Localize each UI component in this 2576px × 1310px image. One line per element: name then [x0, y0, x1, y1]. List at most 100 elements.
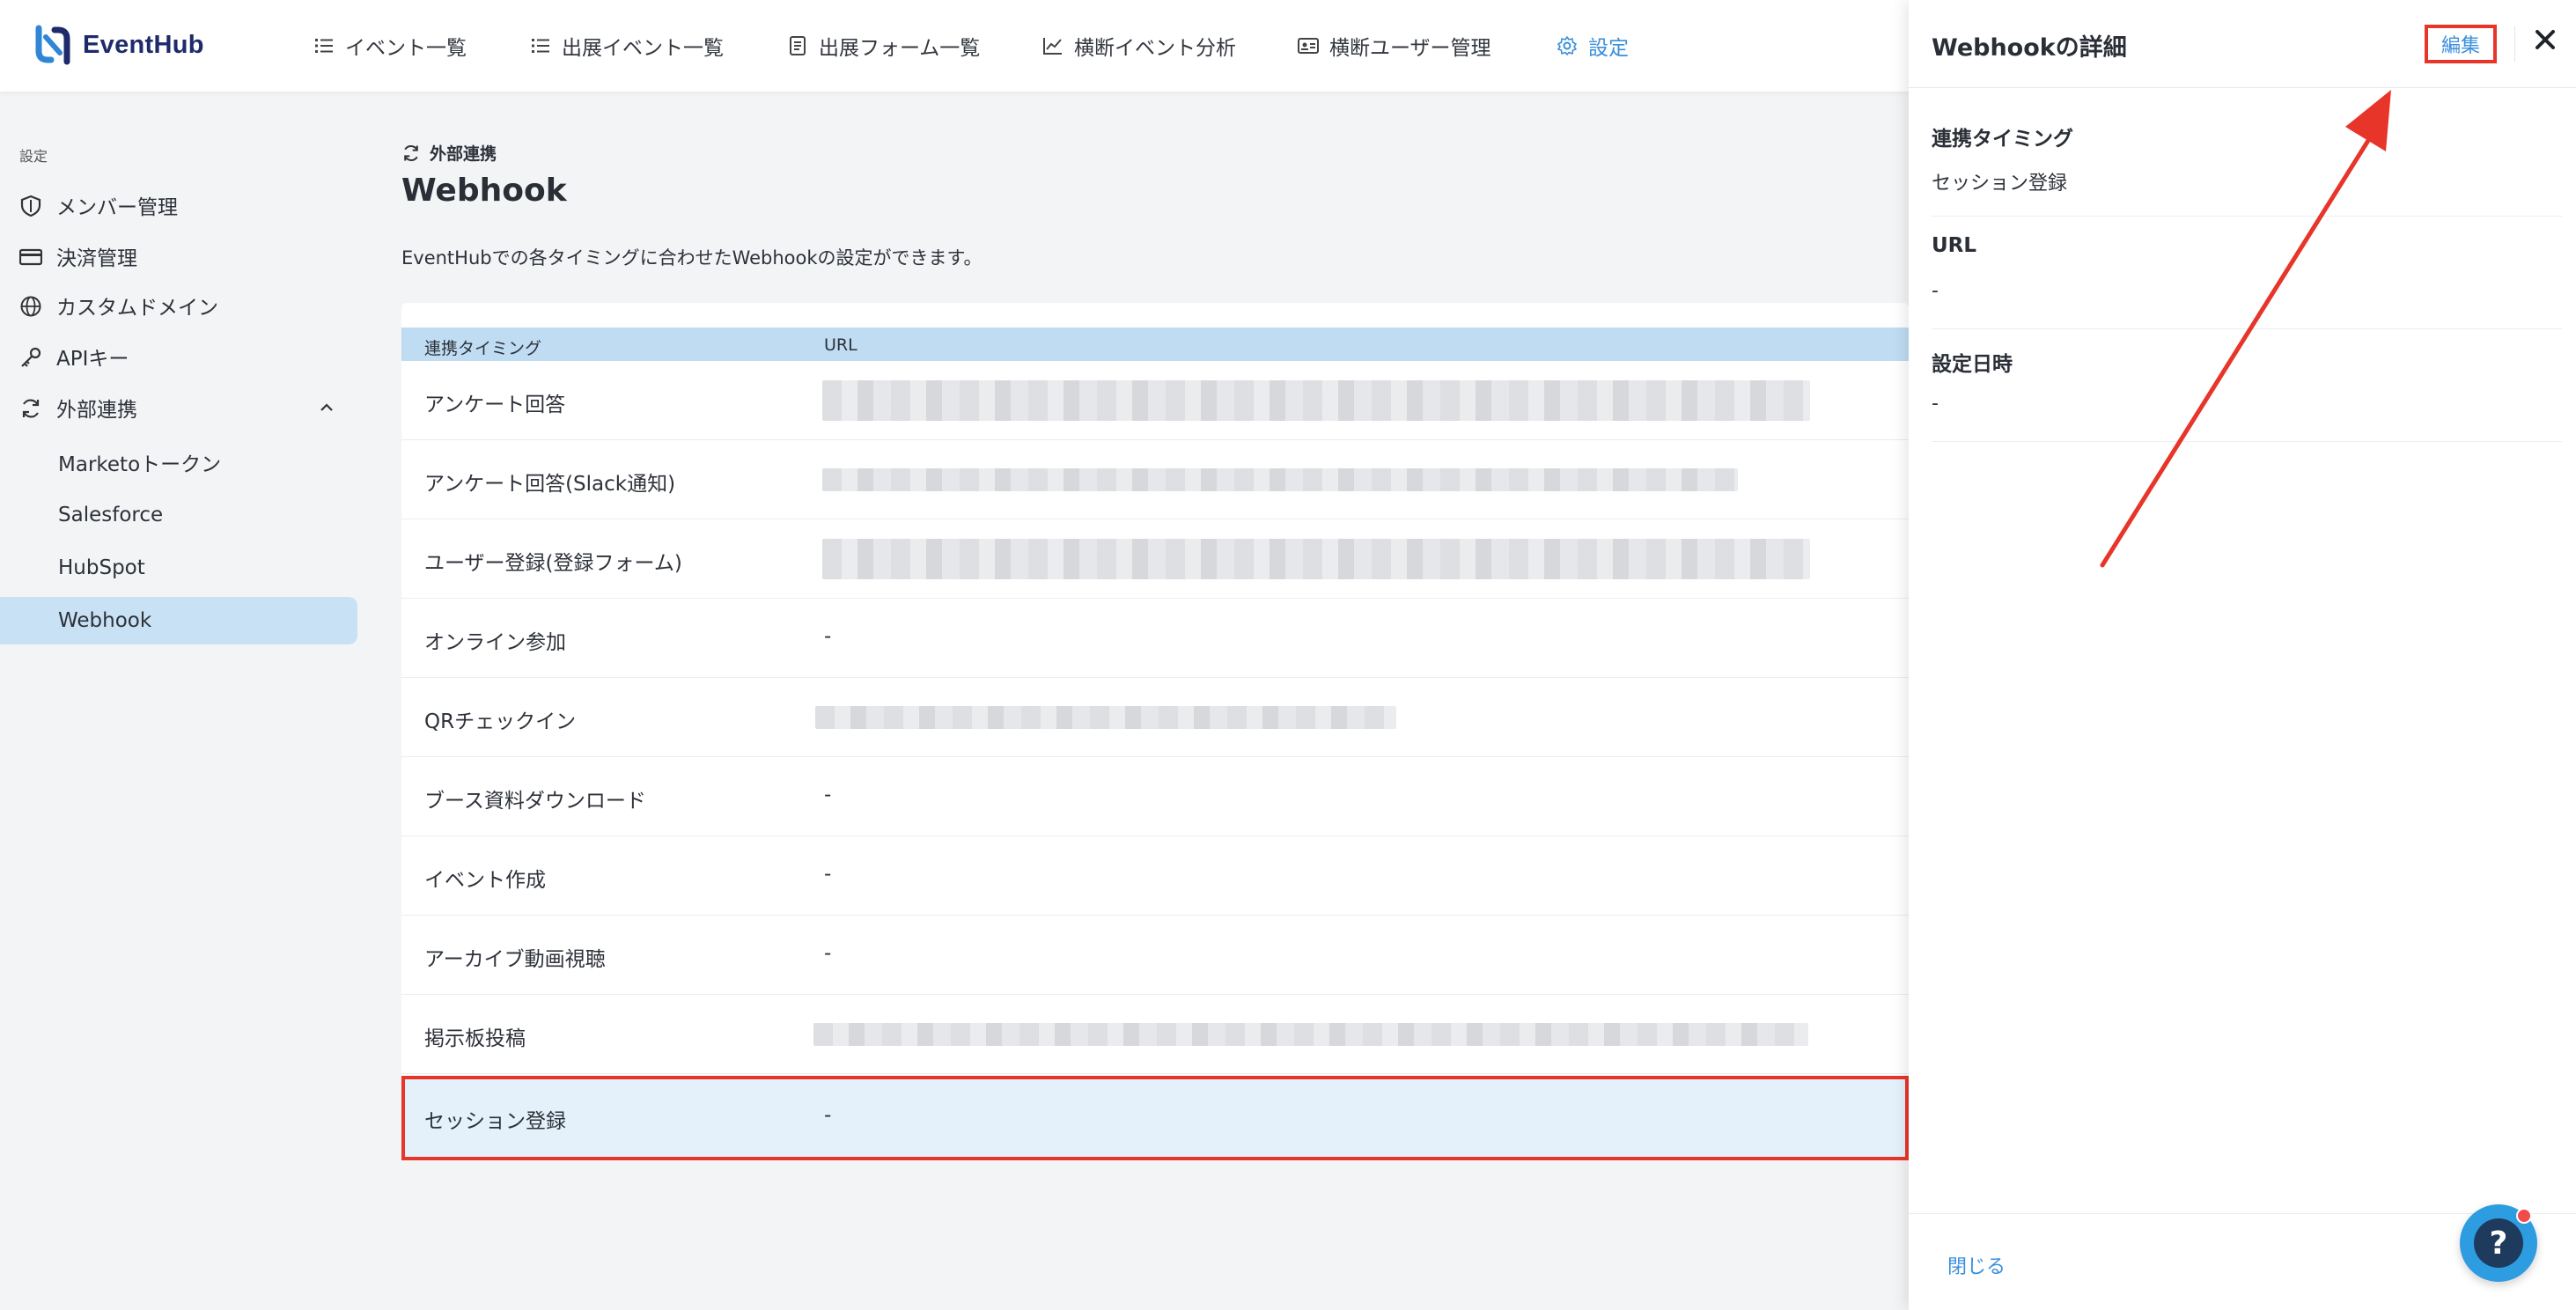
cell-url: - [824, 1104, 832, 1127]
help-button[interactable]: ? [2460, 1204, 2537, 1282]
cell-timing: 掲示板投稿 [424, 1027, 526, 1050]
edit-button[interactable]: 編集 [2425, 25, 2497, 63]
sidebar-subitem-marketo-token[interactable]: Marketoトークン [0, 438, 357, 486]
page-description: EventHubでの各タイミングに合わせたWebhookの設定ができます。 [401, 247, 983, 269]
table-row[interactable]: アンケート回答(Slack通知) [401, 440, 1909, 519]
sync-icon [404, 144, 418, 161]
detail-field-url: URL - [1932, 217, 2562, 329]
gear-icon [1557, 36, 1577, 55]
key-icon [21, 347, 41, 367]
table-row[interactable]: ブース資料ダウンロード - [401, 757, 1909, 836]
breadcrumb: 外部連携 [401, 141, 497, 165]
sync-icon [22, 399, 40, 418]
globe-icon [20, 296, 41, 317]
credit-card-icon [19, 248, 42, 266]
eventhub-logo[interactable]: EventHub [33, 23, 204, 67]
detail-field-timing: 連携タイミング セッション登録 [1932, 88, 2562, 217]
cell-timing: オンライン参加 [424, 631, 566, 654]
help-question-icon: ? [2474, 1218, 2523, 1268]
breadcrumb-label: 外部連携 [430, 144, 497, 164]
sidebar-item-label: メンバー管理 [56, 196, 178, 219]
header-divider [2514, 26, 2515, 62]
sidebar-subitem-label: Marketoトークン [58, 453, 222, 476]
nav-exhibit-event-list[interactable]: 出展イベント一覧 [530, 26, 724, 65]
field-label: 設定日時 [1932, 353, 2013, 376]
cell-url: - [824, 625, 832, 648]
sidebar-item-external-integration[interactable]: 外部連携 [0, 384, 357, 431]
eventhub-logo-icon [35, 25, 70, 65]
nav-settings[interactable]: 設定 [1557, 26, 1629, 65]
field-label: URL [1932, 234, 1977, 257]
table-row[interactable]: イベント作成 - [401, 836, 1909, 916]
field-label: 連携タイミング [1932, 128, 2073, 151]
logo-text: EventHub [83, 30, 204, 59]
shield-icon [20, 195, 41, 217]
field-value: - [1932, 280, 1939, 302]
sidebar-subitem-webhook[interactable]: Webhook [0, 597, 357, 644]
cell-url-redacted [813, 1023, 1808, 1046]
sidebar-subitem-salesforce[interactable]: Salesforce [0, 491, 357, 539]
cell-url-redacted [822, 468, 1738, 491]
sidebar-subitem-hubspot[interactable]: HubSpot [0, 544, 357, 592]
cell-timing: QRチェックイン [424, 710, 577, 733]
sidebar-subitem-label: Salesforce [58, 504, 164, 526]
table-row-selected[interactable]: セッション登録 - [401, 1076, 1909, 1160]
cell-timing: セッション登録 [424, 1110, 566, 1133]
close-icon[interactable] [2530, 25, 2560, 55]
cell-url-redacted [822, 380, 1810, 421]
nav-label: イベント一覧 [345, 37, 467, 60]
column-header-timing: 連携タイミング [424, 339, 542, 358]
webhook-detail-drawer: Webhookの詳細 編集 連携タイミング セッション登録 URL - 設定日時… [1909, 0, 2576, 1310]
sidebar-caption: 設定 [19, 148, 48, 165]
sidebar-item-api-key[interactable]: APIキー [0, 333, 357, 380]
sidebar-item-label: カスタムドメイン [56, 297, 218, 320]
nav-label: 出展フォーム一覧 [819, 37, 981, 60]
notification-dot [2516, 1208, 2532, 1224]
form-icon [790, 36, 806, 55]
cell-timing: アーカイブ動画視聴 [424, 948, 606, 971]
table-row[interactable]: QRチェックイン [401, 678, 1909, 757]
cell-timing: アンケート回答 [424, 394, 566, 416]
cell-timing: アンケート回答(Slack通知) [424, 473, 676, 496]
drawer-header: Webhookの詳細 編集 [1909, 0, 2576, 88]
cell-timing: ブース資料ダウンロード [424, 790, 646, 813]
cell-timing: イベント作成 [424, 869, 546, 892]
table-row[interactable]: ユーザー登録(登録フォーム) [401, 519, 1909, 599]
nav-exhibit-form-list[interactable]: 出展フォーム一覧 [787, 26, 980, 65]
sidebar-item-member-management[interactable]: メンバー管理 [0, 181, 357, 229]
nav-cross-user-management[interactable]: 横断ユーザー管理 [1298, 26, 1491, 65]
list-icon [315, 39, 333, 53]
table-row[interactable]: アンケート回答 [401, 361, 1909, 440]
cell-url: - [824, 784, 832, 806]
field-value: セッション登録 [1932, 173, 2068, 195]
cell-timing: ユーザー登録(登録フォーム) [424, 552, 682, 575]
webhook-table: 連携タイミング URL アンケート回答 アンケート回答(Slack通知) ユーザ… [401, 303, 1909, 1160]
nav-event-list[interactable]: イベント一覧 [313, 26, 467, 65]
nav-label: 設定 [1588, 37, 1629, 60]
sidebar-subitem-label: Webhook [58, 609, 152, 632]
nav-label: 横断ユーザー管理 [1329, 37, 1491, 60]
table-row[interactable]: 掲示板投稿 [401, 995, 1909, 1074]
chart-line-icon [1043, 38, 1062, 55]
sidebar-item-label: 決済管理 [56, 247, 137, 270]
close-link[interactable]: 閉じる [1947, 1251, 2006, 1279]
table-row[interactable]: アーカイブ動画視聴 - [401, 916, 1909, 995]
cell-url: - [824, 863, 832, 886]
column-header-url: URL [824, 335, 857, 355]
sidebar-item-label: 外部連携 [56, 399, 137, 422]
table-row[interactable]: オンライン参加 - [401, 599, 1909, 678]
drawer-title: Webhookの詳細 [1932, 34, 2127, 62]
sidebar-item-payment[interactable]: 決済管理 [0, 232, 357, 280]
sidebar-item-label: APIキー [56, 348, 129, 371]
sidebar-item-custom-domain[interactable]: カスタムドメイン [0, 282, 357, 329]
table-header: 連携タイミング URL [401, 328, 1909, 361]
detail-field-updated-at: 設定日時 - [1932, 329, 2562, 442]
cell-url: - [824, 942, 832, 965]
sidebar-subitem-label: HubSpot [58, 556, 145, 579]
nav-label: 出展イベント一覧 [562, 37, 724, 60]
list-icon [532, 39, 549, 53]
nav-cross-event-analysis[interactable]: 横断イベント分析 [1042, 26, 1236, 65]
cell-url-redacted [815, 706, 1396, 729]
chevron-up-icon[interactable] [317, 398, 336, 417]
cell-url-redacted [822, 539, 1810, 579]
